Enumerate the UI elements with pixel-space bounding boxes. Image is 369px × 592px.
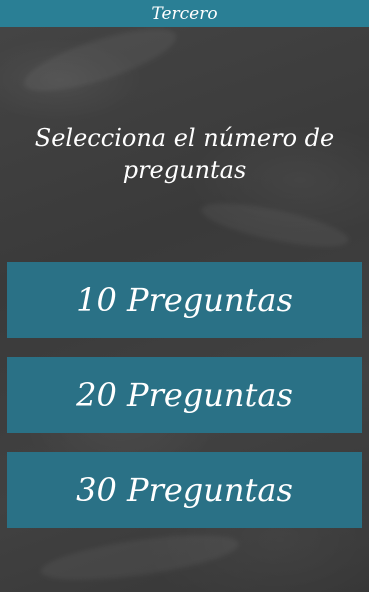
option-20-questions-button[interactable]: 20 Preguntas [7,357,362,433]
chalkboard-screen: Tercero Selecciona el número de pregunta… [0,0,369,592]
option-label: 30 Preguntas [76,471,293,509]
option-label: 20 Preguntas [76,376,293,414]
app-title: Tercero [151,3,218,24]
app-title-bar: Tercero [0,0,369,27]
option-10-questions-button[interactable]: 10 Preguntas [7,262,362,338]
chalk-smudge [17,16,183,104]
option-30-questions-button[interactable]: 30 Preguntas [7,452,362,528]
chalk-smudge [198,194,352,256]
chalk-smudge [38,526,242,589]
page-heading: Selecciona el número de preguntas [34,124,335,184]
option-label: 10 Preguntas [76,281,293,319]
